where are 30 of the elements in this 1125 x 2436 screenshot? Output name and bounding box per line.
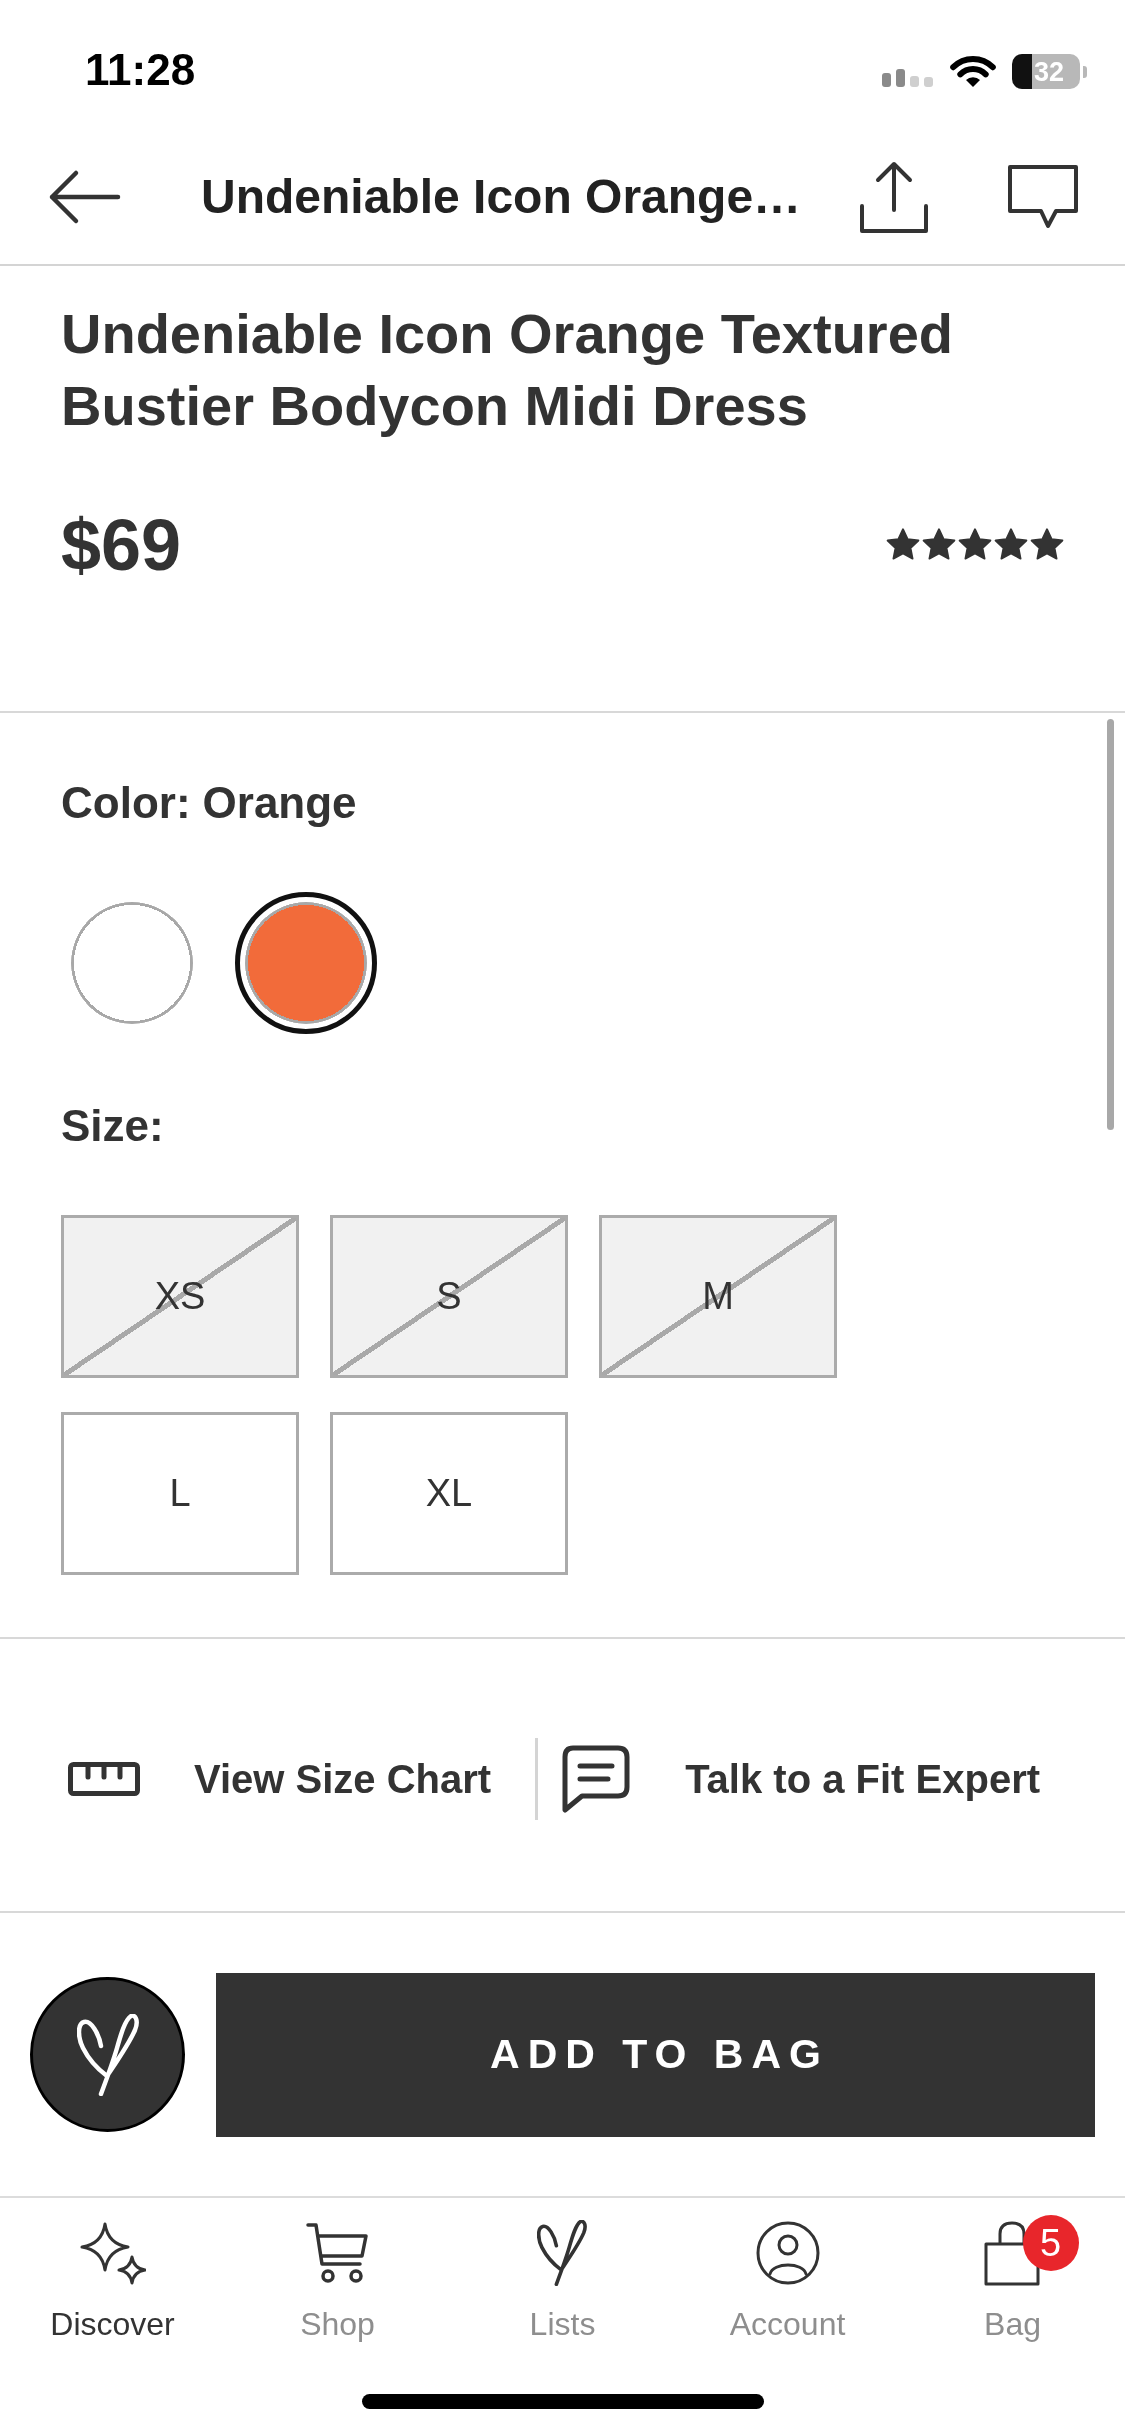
color-value: Orange (202, 777, 357, 829)
tab-bar-item[interactable]: Discover (50, 2220, 175, 2344)
page-title: Undeniable Icon Orange… (201, 169, 803, 225)
add-to-bag-button[interactable]: ADD TO BAG (216, 1972, 1095, 2137)
count-badge: 5 (1022, 2215, 1079, 2271)
signal-icon (882, 67, 934, 87)
account-icon (754, 2220, 821, 2286)
ruler-icon (68, 1762, 140, 1796)
star-icon (957, 527, 993, 563)
color-label: Color: (61, 777, 191, 829)
status-time: 11:28 (85, 45, 196, 95)
chat-icon (560, 1745, 631, 1813)
star-icon (993, 527, 1029, 563)
product-title: Undeniable Icon Orange Textured Bustier Bodycon Midi Dress (61, 301, 954, 439)
fit-expert-link[interactable]: Talk to a Fit Expert (560, 1745, 1041, 1813)
star-icon (921, 527, 957, 563)
share-icon[interactable] (859, 160, 929, 234)
speech-bubble-icon[interactable] (1008, 165, 1078, 229)
wifi-icon (949, 53, 997, 89)
size-option[interactable]: L (61, 1412, 299, 1575)
star-icon (1029, 527, 1065, 563)
back-arrow-icon[interactable] (47, 168, 121, 226)
star-icon (885, 527, 921, 563)
battery-level: 32 (1034, 56, 1065, 87)
cart-icon (304, 2220, 371, 2286)
size-chart-link[interactable]: View Size Chart (68, 1754, 492, 1804)
sparkle-icon (79, 2220, 146, 2286)
price: $69 (61, 505, 182, 585)
size-label: Size: (61, 1100, 164, 1152)
size-option[interactable]: XL (330, 1412, 568, 1575)
